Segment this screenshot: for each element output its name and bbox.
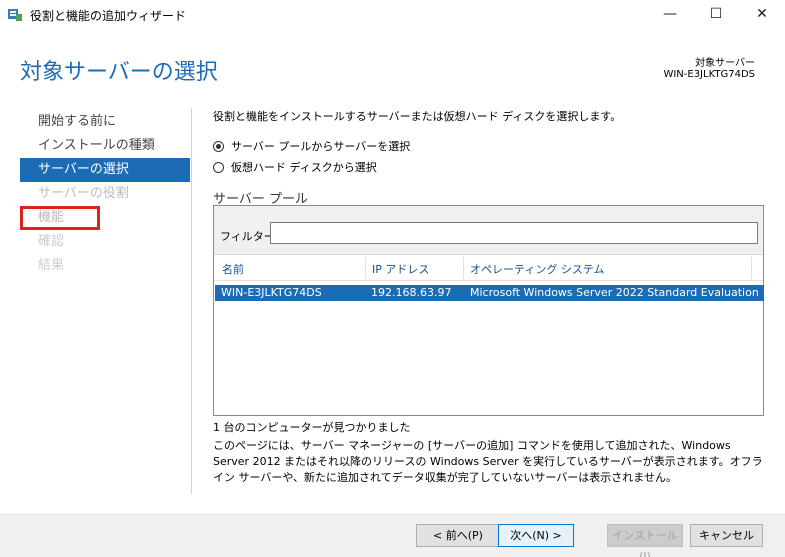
cancel-button[interactable]: キャンセル [690,524,763,547]
server-list[interactable]: 名前 IP アドレス オペレーティング システム WIN-E3JLKTG74DS… [214,254,764,415]
info-note: このページには、サーバー マネージャーの [サーバーの追加] コマンドを使用して… [213,439,763,484]
server-pool-panel: フィルター: 名前 IP アドレス オペレーティング システム WIN-E3JL… [213,205,764,416]
column-header-name[interactable]: 名前 [222,261,244,277]
page-title: 対象サーバーの選択 [20,60,218,85]
radio-server-pool[interactable] [213,140,224,152]
nav-item-installation-type[interactable]: インストールの種類 [20,134,190,158]
target-server-label: 対象サーバー [695,58,755,69]
column-header-ip[interactable]: IP アドレス [372,261,429,277]
radio-server-pool-option[interactable]: サーバー プールからサーバーを選択 [213,138,410,154]
column-separator[interactable] [463,257,464,279]
column-header-os[interactable]: オペレーティング システム [470,261,605,277]
radio-vhd-option[interactable]: 仮想ハード ディスクから選択 [213,159,377,175]
nav-item-server-selection[interactable]: サーバーの選択 [20,158,190,182]
install-button: インストール(I) [607,524,683,557]
next-button[interactable]: 次へ(N) > [498,524,574,547]
nav-item-before-you-begin[interactable]: 開始する前に [20,110,190,134]
filter-input[interactable] [270,222,758,244]
wizard-header: 対象サーバーの選択 対象サーバー WIN-E3JLKTG74DS [0,30,785,100]
footer: < 前へ(P) 次へ(N) > インストール(I) キャンセル [0,515,785,557]
nav-item-server-roles[interactable]: サーバーの役割 [20,182,190,206]
previous-button[interactable]: < 前へ(P) [416,524,500,547]
nav-item-results: 結果 [38,258,65,273]
window-title: 役割と機能の追加ウィザード [30,9,187,23]
target-server-name: WIN-E3JLKTG74DS [663,69,755,80]
instruction-text: 役割と機能をインストールするサーバーまたは仮想ハード ディスクを選択します。 [213,110,622,123]
cell-server-name: WIN-E3JLKTG74DS [221,286,322,299]
column-separator[interactable] [751,257,752,279]
radio-server-pool-label[interactable]: サーバー プールからサーバーを選択 [231,138,410,154]
wizard-nav: 開始する前に インストールの種類 サーバーの選択 サーバーの役割 機能 確認 結… [20,110,190,278]
minimize-icon[interactable]: — [647,0,693,30]
column-separator[interactable] [365,257,366,279]
maximize-icon[interactable]: ☐ [693,0,739,30]
server-manager-icon [8,9,22,21]
close-icon[interactable]: ✕ [739,0,785,30]
found-count-text: 1 台のコンピューターが見つかりました [213,421,411,434]
table-row[interactable]: WIN-E3JLKTG74DS 192.168.63.97 Microsoft … [215,285,764,301]
cell-operating-system: Microsoft Windows Server 2022 Standard E… [470,286,759,299]
radio-vhd[interactable] [213,161,224,173]
nav-item-features[interactable]: 機能 [20,206,100,230]
cell-ip-address: 192.168.63.97 [371,286,452,299]
server-list-header: 名前 IP アドレス オペレーティング システム [214,255,763,281]
nav-divider [191,108,192,494]
title-bar: 役割と機能の追加ウィザード — ☐ ✕ [0,0,785,30]
nav-item-confirmation: 確認 [38,234,65,249]
radio-vhd-label[interactable]: 仮想ハード ディスクから選択 [231,159,377,175]
